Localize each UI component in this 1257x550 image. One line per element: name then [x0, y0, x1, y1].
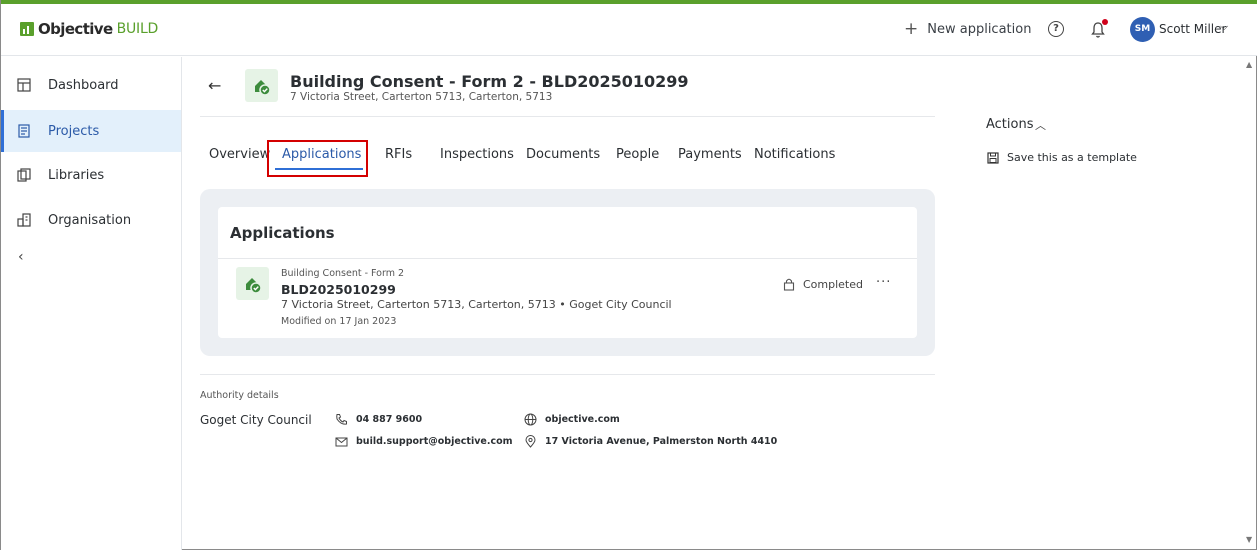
tab-rfis[interactable]: RFIs [385, 147, 412, 162]
divider [200, 374, 935, 375]
authority-address[interactable]: 17 Victoria Avenue, Palmerston North 441… [524, 435, 777, 448]
sidebar-item-label: Libraries [48, 167, 105, 183]
location-pin-icon [525, 435, 536, 448]
header: Objective BUILD + New application ? SM S… [1, 4, 1257, 56]
user-name[interactable]: Scott Miller [1159, 22, 1226, 36]
page-title: Building Consent - Form 2 - BLD202501029… [290, 72, 689, 91]
tab-inspections[interactable]: Inspections [440, 147, 514, 162]
plus-icon: + [904, 19, 919, 39]
applications-heading: Applications [230, 224, 335, 242]
website-text: objective.com [545, 414, 620, 425]
new-application-label: New application [927, 22, 1032, 37]
projects-icon [18, 124, 30, 138]
collapse-sidebar-icon[interactable]: ‹ [18, 249, 24, 265]
logo-icon [20, 22, 34, 36]
email-text: build.support@objective.com [356, 436, 513, 447]
chevron-down-icon[interactable]: ⌵ [1220, 20, 1228, 34]
authority-label: Authority details [200, 390, 279, 401]
new-application-button[interactable]: + New application [904, 21, 1031, 38]
lock-icon [783, 278, 795, 291]
back-arrow-icon[interactable]: ← [208, 76, 221, 95]
app-logo[interactable]: Objective BUILD [20, 20, 158, 38]
dashboard-icon [17, 78, 31, 92]
authority-name: Goget City Council [200, 413, 312, 427]
scrollbar[interactable] [1245, 57, 1257, 549]
globe-icon [524, 413, 537, 426]
scroll-up-icon[interactable]: ▲ [1246, 60, 1252, 69]
save-as-template-button[interactable]: Save this as a template [987, 151, 1137, 164]
application-address: 7 Victoria Street, Carterton 5713, Carte… [281, 298, 672, 311]
scroll-down-icon[interactable]: ▼ [1246, 535, 1252, 544]
application-id-link[interactable]: BLD2025010299 [281, 282, 396, 297]
tab-payments[interactable]: Payments [678, 147, 742, 162]
authority-phone[interactable]: 04 887 9600 [335, 413, 422, 426]
avatar[interactable]: SM [1130, 17, 1155, 42]
phone-icon [336, 414, 347, 425]
divider [200, 116, 935, 117]
tab-overview[interactable]: Overview [209, 147, 270, 162]
tab-notifications[interactable]: Notifications [754, 147, 835, 162]
more-options-icon[interactable]: ··· [876, 275, 891, 290]
save-template-label: Save this as a template [1007, 151, 1137, 164]
logo-text-light: BUILD [116, 21, 159, 37]
application-type: Building Consent - Form 2 [281, 268, 405, 279]
tab-people[interactable]: People [616, 147, 659, 162]
save-icon [987, 151, 999, 164]
authority-email[interactable]: build.support@objective.com [335, 435, 513, 448]
page-subtitle: 7 Victoria Street, Carterton 5713, Carte… [290, 91, 553, 103]
sidebar-item-organisation[interactable]: Organisation [1, 199, 181, 241]
mail-icon [335, 437, 348, 447]
sidebar-item-projects[interactable]: Projects [1, 110, 181, 152]
consent-icon [245, 69, 278, 102]
sidebar-item-label: Projects [48, 123, 100, 139]
tab-documents[interactable]: Documents [526, 147, 600, 162]
organisation-icon [17, 213, 31, 227]
libraries-icon [17, 168, 31, 182]
status-badge: Completed [803, 278, 863, 291]
authority-website[interactable]: objective.com [524, 413, 620, 426]
address-text: 17 Victoria Avenue, Palmerston North 441… [545, 436, 778, 447]
sidebar-item-label: Organisation [48, 212, 132, 228]
tab-highlight-box [267, 140, 368, 177]
phone-text: 04 887 9600 [356, 414, 423, 425]
sidebar-item-libraries[interactable]: Libraries [1, 154, 181, 196]
application-modified: Modified on 17 Jan 2023 [281, 316, 397, 327]
actions-toggle[interactable]: Actions [986, 117, 1034, 132]
divider [218, 258, 917, 259]
notification-dot [1102, 19, 1108, 25]
help-icon[interactable]: ? [1048, 21, 1064, 37]
sidebar: Dashboard Projects Libraries Organisatio… [1, 57, 182, 550]
sidebar-item-label: Dashboard [48, 77, 119, 93]
app-window: Objective BUILD + New application ? SM S… [0, 0, 1257, 550]
application-icon[interactable] [236, 267, 269, 300]
logo-text-bold: Objective [38, 20, 113, 38]
chevron-up-icon[interactable]: ︿ [1035, 117, 1046, 133]
sidebar-item-dashboard[interactable]: Dashboard [1, 64, 181, 106]
